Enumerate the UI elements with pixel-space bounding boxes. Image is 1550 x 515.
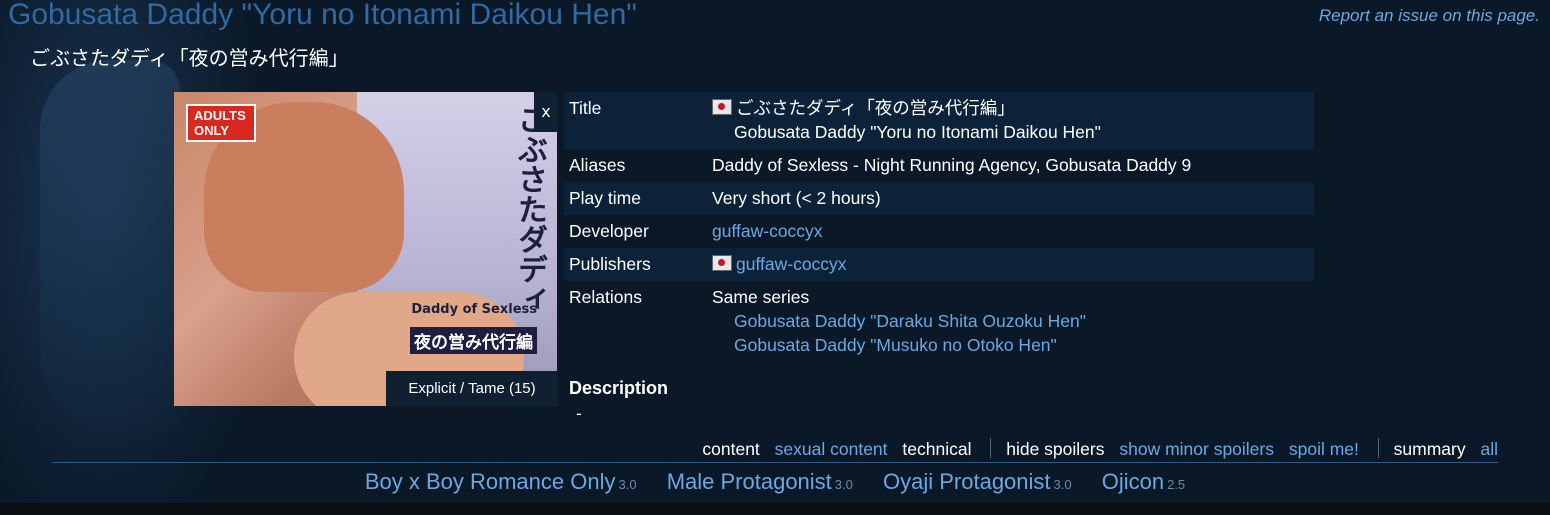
cover-en-subtitle: Daddy of Sexless (411, 302, 537, 317)
divider (990, 438, 992, 458)
relation-link[interactable]: Gobusata Daddy "Daraku Shita Ouzoku Hen" (734, 311, 1086, 331)
description-heading: Description (569, 378, 669, 398)
publisher-link[interactable]: guffaw-coccyx (736, 254, 847, 274)
cover-jp-subtitle: 夜の営み代行編 (410, 327, 537, 354)
tag-score: 3.0 (1053, 477, 1072, 492)
info-row-title: Title ごぶさたダディ「夜の営み代行編」 Gobusata Daddy "Y… (564, 92, 1314, 149)
cover-close-button[interactable]: x (534, 92, 558, 132)
tag-link[interactable]: Boy x Boy Romance Only (365, 469, 616, 494)
info-table: Title ごぶさたダディ「夜の営み代行編」 Gobusata Daddy "Y… (564, 92, 1314, 362)
tag-score: 3.0 (834, 477, 853, 492)
cover-rating-label[interactable]: Explicit / Tame (15) (386, 371, 558, 406)
original-title: ごぶさたダディ「夜の営み代行編」 (30, 46, 349, 70)
relation-type: Same series (712, 287, 810, 307)
filter-summary[interactable]: summary (1394, 439, 1466, 459)
divider (1377, 438, 1379, 458)
info-label: Aliases (569, 155, 626, 175)
info-row-playtime: Play time Very short (< 2 hours) (564, 182, 1314, 215)
developer-link[interactable]: guffaw-coccyx (712, 221, 823, 241)
cover-image[interactable]: ADULTS ONLY ごぶさたダディ Daddy of Sexless 夜の営… (174, 92, 557, 406)
filter-content[interactable]: content (702, 439, 759, 459)
tag-score: 2.5 (1167, 477, 1186, 492)
info-row-publishers: Publishers guffaw-coccyx (564, 248, 1314, 281)
page-title: Gobusata Daddy "Yoru no Itonami Daikou H… (8, 0, 637, 31)
bottom-strip (0, 503, 1550, 515)
info-row-relations: Relations Same series Gobusata Daddy "Da… (564, 281, 1314, 362)
cover-jp-title: ごぶさたダディ (512, 104, 547, 314)
title-jp: ごぶさたダディ「夜の営み代行編」 (736, 98, 1015, 118)
info-value: ごぶさたダディ「夜の営み代行編」 Gobusata Daddy "Yoru no… (712, 96, 1314, 144)
info-row-developer: Developer guffaw-coccyx (564, 215, 1314, 248)
filter-sexual-content[interactable]: sexual content (775, 439, 888, 459)
info-label: Relations (569, 287, 642, 307)
info-value: Very short (< 2 hours) (712, 188, 881, 208)
info-row-aliases: Aliases Daddy of Sexless - Night Running… (564, 149, 1314, 182)
info-label: Developer (569, 221, 649, 241)
adults-only-badge: ADULTS ONLY (186, 104, 256, 142)
tag-link[interactable]: Oyaji Protagonist (883, 469, 1051, 494)
filter-minor-spoilers[interactable]: show minor spoilers (1119, 439, 1274, 459)
tag-link[interactable]: Ojicon (1102, 469, 1164, 494)
filter-spoil-me[interactable]: spoil me! (1289, 439, 1359, 459)
japan-flag-icon (712, 99, 732, 115)
background-figure (40, 60, 180, 440)
filter-hide-spoilers[interactable]: hide spoilers (1006, 439, 1104, 459)
info-label: Play time (569, 188, 641, 208)
info-label: Publishers (569, 254, 651, 274)
filter-all[interactable]: all (1480, 439, 1498, 459)
tag-score: 3.0 (618, 477, 637, 492)
tags-divider (52, 462, 1498, 463)
filter-technical[interactable]: technical (902, 439, 971, 459)
relation-link[interactable]: Gobusata Daddy "Musuko no Otoko Hen" (734, 335, 1057, 355)
tag-link[interactable]: Male Protagonist (667, 469, 832, 494)
report-issue-link[interactable]: Report an issue on this page. (1319, 6, 1540, 26)
info-label: Title (569, 98, 602, 118)
description-text: - (576, 404, 582, 423)
japan-flag-icon (712, 255, 732, 271)
tag-list: Boy x Boy Romance Only 3.0 Male Protagoni… (0, 469, 1550, 495)
info-value: Daddy of Sexless - Night Running Agency,… (712, 155, 1192, 175)
tag-filters: content sexual content technical hide sp… (692, 438, 1498, 460)
title-romaji: Gobusata Daddy "Yoru no Itonami Daikou H… (734, 122, 1101, 142)
